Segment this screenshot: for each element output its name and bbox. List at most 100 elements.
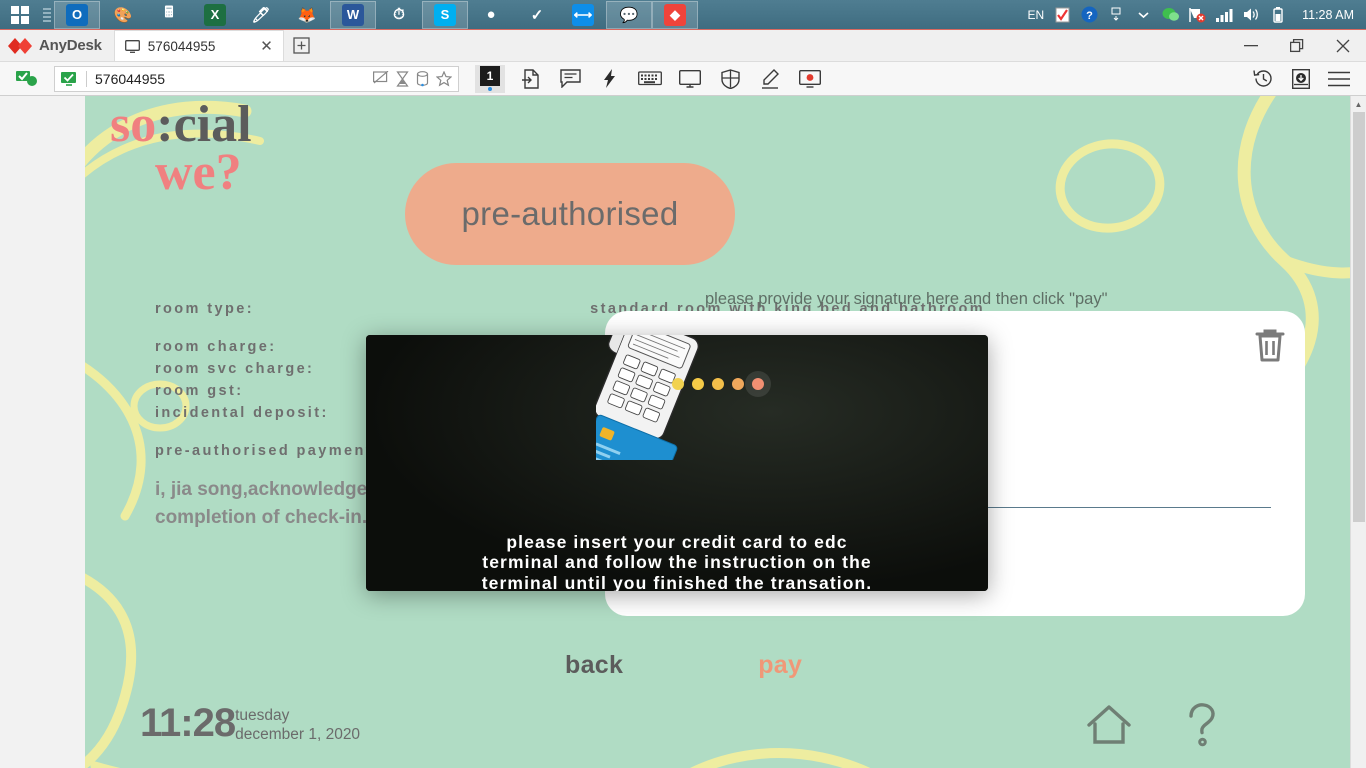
taskbar-item-wechat[interactable]: 💬 [606,0,652,29]
action-buttons: back pay [565,651,905,680]
taskbar-item-clock[interactable]: ⏱ [376,1,422,29]
address-bar-value: 576044955 [95,70,166,87]
database-icon[interactable] [416,70,429,87]
notes-icon: 🖊 [251,6,271,24]
calculator-icon: 🖩 [164,4,174,21]
taskbar-item-word[interactable]: W [330,0,376,29]
security-shield-icon: ✓ [530,6,544,24]
address-bar[interactable]: 576044955 [54,65,459,92]
help-icon[interactable]: ? [1080,6,1098,24]
taskbar-grip[interactable] [40,0,54,30]
toolbar-right-group [1244,65,1358,93]
actions-button[interactable] [595,65,625,93]
detail-label: pre-authorised payment: [155,443,381,459]
permissions-button[interactable] [715,65,745,93]
footer-clock: 11:28 tuesday december 1, 2020 [140,701,361,745]
windows-start-icon[interactable] [0,0,40,30]
signal-bars-icon[interactable] [1215,6,1233,24]
volume-icon[interactable] [1242,6,1260,24]
history-button[interactable] [1248,65,1278,93]
connection-secure-icon [12,65,42,93]
detail-label: incidental deposit: [155,405,329,421]
taskbar-clock[interactable]: 11:28 AM [1296,8,1358,22]
new-tab-button[interactable] [284,30,320,61]
close-icon[interactable]: ✕ [260,39,273,54]
window-switch-icon[interactable] [1107,6,1125,24]
record-button[interactable] [795,65,825,93]
connected-monitor-icon [61,71,76,86]
battery-icon[interactable] [1269,6,1287,24]
excel-icon: X [204,3,226,26]
modal-instruction-text: please insert your credit card to edc te… [380,532,974,591]
chevron-up-icon[interactable] [1134,6,1152,24]
logo-part-3: we? [155,143,242,201]
wechat-tray-icon[interactable] [1161,6,1179,24]
modal-line-3b: transation. [770,572,873,591]
modal-line-3a: terminal until you finished the [481,572,771,591]
no-screen-icon[interactable] [373,71,389,86]
network-error-icon[interactable] [1188,6,1206,24]
taskbar-app-list: O 🎨 🖩 X 🖊 🦊 W ⏱ S ● ✓ ⟷ 💬 ◆ [54,0,698,30]
taskbar-item-chrome[interactable]: ● [468,1,514,29]
favorite-icon[interactable] [436,70,452,87]
language-indicator[interactable]: EN [1027,8,1044,22]
menu-button[interactable] [1324,65,1354,93]
keyboard-icon [638,71,662,86]
anydesk-titlebar: AnyDesk 576044955 ✕ [0,30,1366,62]
page-title-pill: pre-authorised [405,163,735,265]
anydesk-window: AnyDesk 576044955 ✕ 576044955 1 so:cial … [0,30,1366,768]
skype-icon: S [434,3,456,26]
menu-icon [1328,71,1350,86]
loading-dot [711,378,724,390]
back-button[interactable]: back [565,651,623,680]
shield-icon [720,68,740,89]
logo-part-1: so [110,96,157,153]
modal-line-1: please insert your credit card to edc [506,532,848,552]
taskbar-item-excel[interactable]: X [192,1,238,29]
minimize-button[interactable] [1228,30,1274,61]
taskbar-item-paint[interactable]: 🎨 [100,1,146,29]
chat-button[interactable] [555,65,585,93]
record-icon [799,69,821,88]
footer-time: 11:28 [140,701,236,745]
taskbar-item-security-shield[interactable]: ✓ [514,1,560,29]
help-button[interactable] [1178,701,1226,749]
taskbar-item-skype[interactable]: S [422,0,468,29]
teamviewer-icon: ⟷ [572,3,594,26]
footer-date: december 1, 2020 [235,726,361,744]
taskbar-item-outlook[interactable]: O [54,0,100,29]
hourglass-icon[interactable] [396,70,409,87]
anydesk-toolbar: 576044955 1 [0,62,1366,96]
monitor-count-button[interactable]: 1 [475,64,505,93]
taskbar-item-firefox[interactable]: 🦊 [284,1,330,29]
loading-dot [671,378,684,390]
checklist-icon[interactable] [1053,6,1071,24]
taskbar-item-anydesk[interactable]: ◆ [652,0,698,29]
footer-icons [1085,701,1226,749]
address-bar-icons [373,70,452,87]
anydesk-icon: ◆ [664,3,686,26]
session-tab[interactable]: 576044955 ✕ [113,30,284,61]
file-transfer-button[interactable] [515,65,545,93]
remote-desktop-view[interactable]: so:cial we? pre-authorised room type: sta… [85,96,1366,768]
taskbar-item-calculator[interactable]: 🖩 [146,1,192,29]
loading-dots [85,378,1350,390]
close-button[interactable] [1320,30,1366,61]
scrollbar-thumb[interactable] [1353,112,1365,522]
edc-terminal-with-credit-card-illustration [596,335,700,460]
maximize-button[interactable] [1274,30,1320,61]
taskbar-item-teamviewer[interactable]: ⟷ [560,1,606,29]
file-transfer-icon [521,68,539,89]
page-scrollbar[interactable]: ▲ [1350,96,1366,768]
taskbar-item-notes[interactable]: 🖊 [238,1,284,29]
doodle-swirl-bottom [690,748,871,768]
home-button[interactable] [1085,701,1133,749]
whiteboard-button[interactable] [755,65,785,93]
edc-instruction-modal: please insert your credit card to edc te… [366,335,988,591]
scroll-up-arrow[interactable]: ▲ [1351,96,1366,112]
download-button[interactable] [1286,65,1316,93]
display-button[interactable] [675,65,705,93]
pay-button[interactable]: pay [758,651,802,680]
keyboard-button[interactable] [635,65,665,93]
new-tab-icon [293,37,310,54]
